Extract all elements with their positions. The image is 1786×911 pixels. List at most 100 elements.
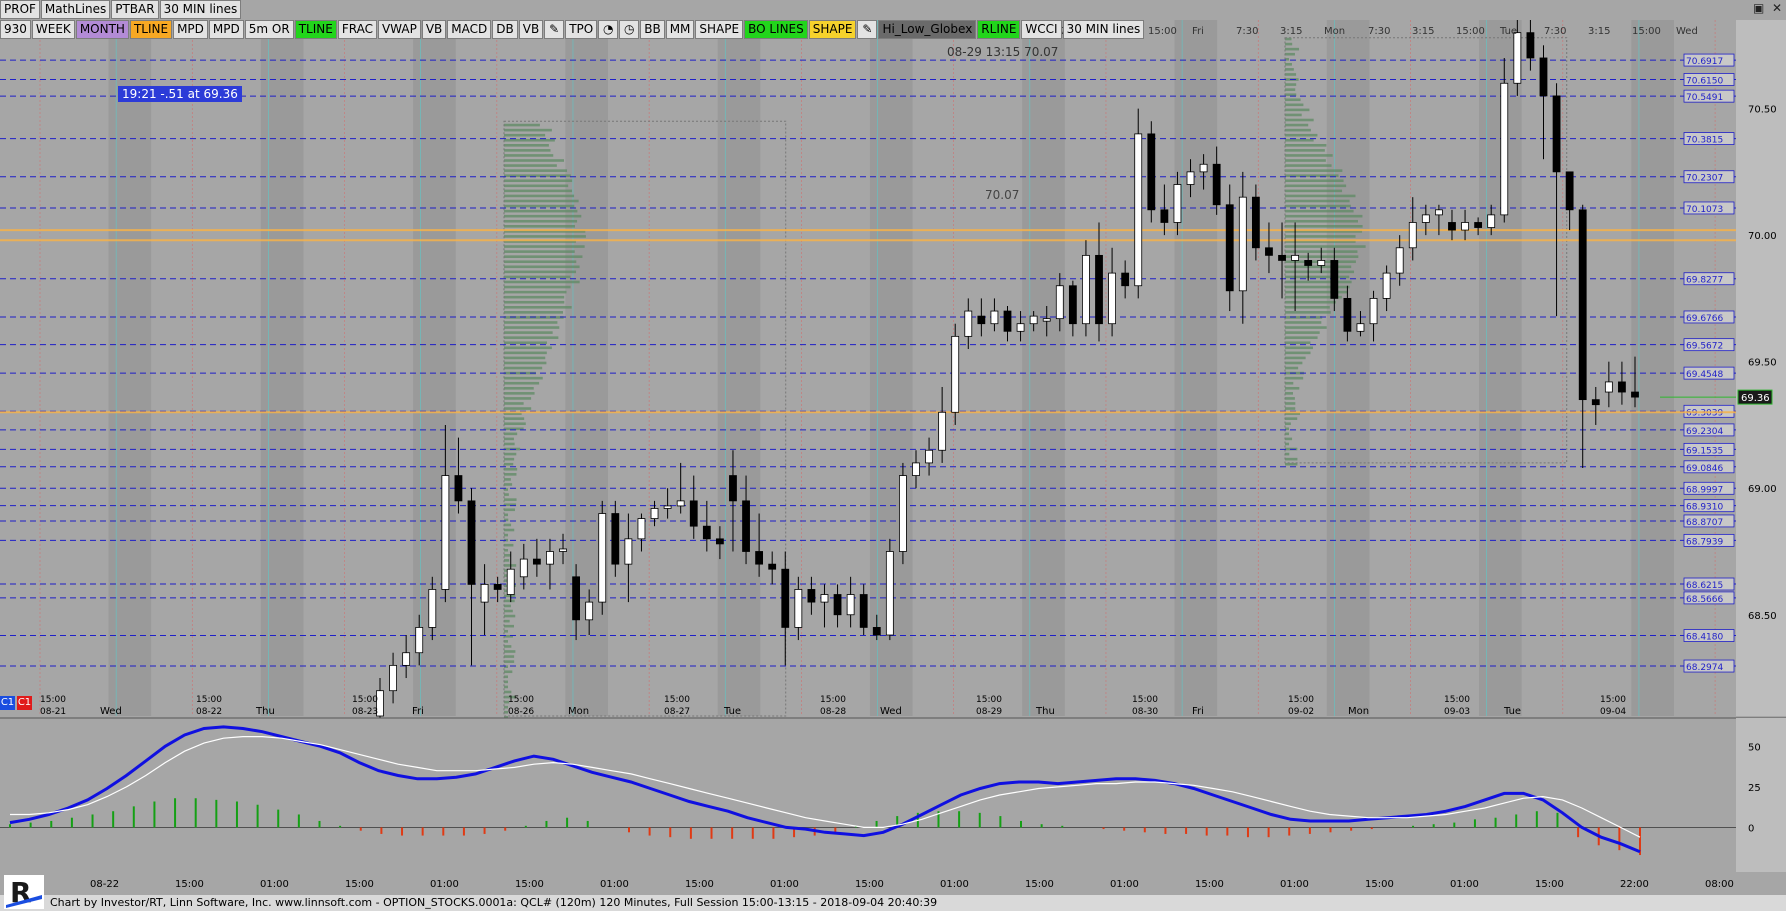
- session-time-label: 15:00: [976, 695, 1002, 705]
- toolbar-button[interactable]: PTBAR: [111, 0, 158, 19]
- cci-time-label: 15:00: [1025, 879, 1054, 890]
- profile-bar: [504, 352, 547, 355]
- toolbar-button[interactable]: 930: [0, 20, 31, 39]
- profile-bar: [504, 397, 531, 400]
- candle-body: [1501, 83, 1508, 215]
- candle-body: [690, 501, 697, 526]
- candle-body: [573, 577, 580, 620]
- profile-bar: [504, 341, 547, 344]
- toolbar-button[interactable]: MPD: [173, 20, 208, 39]
- session-day-label: Mon: [1348, 706, 1369, 717]
- c1-blue-badge[interactable]: C1: [0, 696, 15, 710]
- profile-bar: [1285, 114, 1302, 117]
- session-time-label: 15:00: [1288, 695, 1314, 705]
- profile-bar: [504, 605, 511, 608]
- profile-bar: [504, 245, 585, 248]
- level-label: 70.6150: [1686, 76, 1723, 86]
- candle-body: [1109, 273, 1116, 324]
- toolbar-button[interactable]: PROF: [0, 0, 40, 19]
- session-date-label: 09-04: [1600, 707, 1626, 717]
- toolbar-button[interactable]: 5m OR: [245, 20, 294, 39]
- session-date-label: 08-23: [352, 707, 378, 717]
- candle-body: [1383, 273, 1390, 298]
- toolbar-button[interactable]: MACD: [447, 20, 491, 39]
- toolbar-button[interactable]: RLINE: [977, 20, 1020, 39]
- candle-body: [664, 506, 671, 509]
- toolbar-button[interactable]: SHAPE: [695, 20, 743, 39]
- profile-bar: [504, 159, 564, 162]
- cci-time-label: 01:00: [1450, 879, 1479, 890]
- toolbar-button[interactable]: 30 MIN lines: [1063, 20, 1145, 39]
- toolbar-button[interactable]: BB: [640, 20, 664, 39]
- candle-body: [533, 559, 540, 564]
- toolbar-button[interactable]: MathLines: [41, 0, 110, 19]
- toolbar-button[interactable]: FRAC: [338, 20, 377, 39]
- pencil-icon[interactable]: ✎: [857, 20, 877, 39]
- session-date-label: 08-28: [820, 707, 846, 717]
- linn-logo-icon: R: [4, 875, 44, 909]
- cci-time-label: 01:00: [260, 879, 289, 890]
- profile-bar: [504, 336, 558, 339]
- profile-bar: [1285, 144, 1326, 147]
- candle-body: [442, 476, 449, 590]
- toolbar-button[interactable]: BO LINES: [744, 20, 808, 39]
- profile-bar: [504, 640, 508, 643]
- toolbar-button[interactable]: TLINE: [130, 20, 172, 39]
- close-icon[interactable]: ✕: [1772, 1, 1782, 15]
- candle-body: [1056, 286, 1063, 319]
- profile-bar: [504, 529, 514, 532]
- restore-icon[interactable]: ▣: [1753, 1, 1764, 15]
- profile-bar: [504, 220, 577, 223]
- profile-bar: [1285, 397, 1295, 400]
- candle-body: [1605, 382, 1612, 392]
- pencil-icon[interactable]: ✎: [544, 20, 564, 39]
- session-day-label: Thu: [255, 706, 275, 717]
- toolbar-button[interactable]: TLINE: [295, 20, 337, 39]
- level-label: 69.5672: [1686, 342, 1723, 352]
- toolbar-button[interactable]: VB: [422, 20, 446, 39]
- toolbar-button[interactable]: SHAPE: [809, 20, 857, 39]
- profile-bar: [504, 508, 515, 511]
- profile-bar: [504, 676, 508, 679]
- profile-bar: [1285, 357, 1306, 360]
- toolbar-button[interactable]: MPD: [209, 20, 244, 39]
- candle-body: [1579, 210, 1586, 400]
- toolbar-button[interactable]: DB: [492, 20, 517, 39]
- toolbar-button[interactable]: MONTH: [76, 20, 129, 39]
- candle-body: [416, 627, 423, 652]
- toolbar-button[interactable]: TPO: [565, 20, 597, 39]
- candle-body: [1174, 185, 1181, 223]
- candle-body: [1370, 298, 1377, 323]
- toolbar-button[interactable]: Hi_Low_Globex: [878, 20, 976, 39]
- c1-red-badge[interactable]: C1: [17, 696, 32, 710]
- clock-icon[interactable]: ◷: [619, 20, 639, 39]
- profile-bar: [504, 402, 524, 405]
- candle-body: [599, 514, 606, 603]
- candle-body: [1148, 134, 1155, 210]
- profile-bar: [504, 311, 563, 314]
- profile-bar: [504, 645, 511, 648]
- candle-body: [546, 551, 553, 564]
- pie-icon[interactable]: ◔: [598, 20, 618, 39]
- cci-time-label: 15:00: [345, 879, 374, 890]
- profile-bar: [504, 367, 542, 370]
- session-date-label: 09-03: [1444, 707, 1470, 717]
- cci-tick-label: 50: [1748, 742, 1761, 753]
- toolbar-button[interactable]: VWAP: [378, 20, 421, 39]
- profile-bar: [1285, 463, 1297, 466]
- profile-bar: [504, 600, 515, 603]
- candle-body: [1514, 33, 1521, 84]
- toolbar-button[interactable]: WCCI: [1021, 20, 1061, 39]
- profile-bar: [504, 255, 582, 258]
- toolbar-button[interactable]: WEEK: [32, 20, 75, 39]
- toolbar-button[interactable]: 30 MIN lines: [160, 0, 242, 19]
- session-day-label: Fri: [1192, 706, 1204, 717]
- profile-bar: [504, 544, 513, 547]
- candle-body: [847, 595, 854, 615]
- indicator-bg: [0, 718, 1786, 872]
- price-chart[interactable]: 70.6917 70.6150 70.5491 70.3815 70.2307 70.10…: [0, 0, 1786, 911]
- toolbar-button[interactable]: MM: [666, 20, 695, 39]
- candle-body: [468, 501, 475, 585]
- toolbar-button[interactable]: VB: [519, 20, 543, 39]
- profile-bar: [1285, 326, 1327, 329]
